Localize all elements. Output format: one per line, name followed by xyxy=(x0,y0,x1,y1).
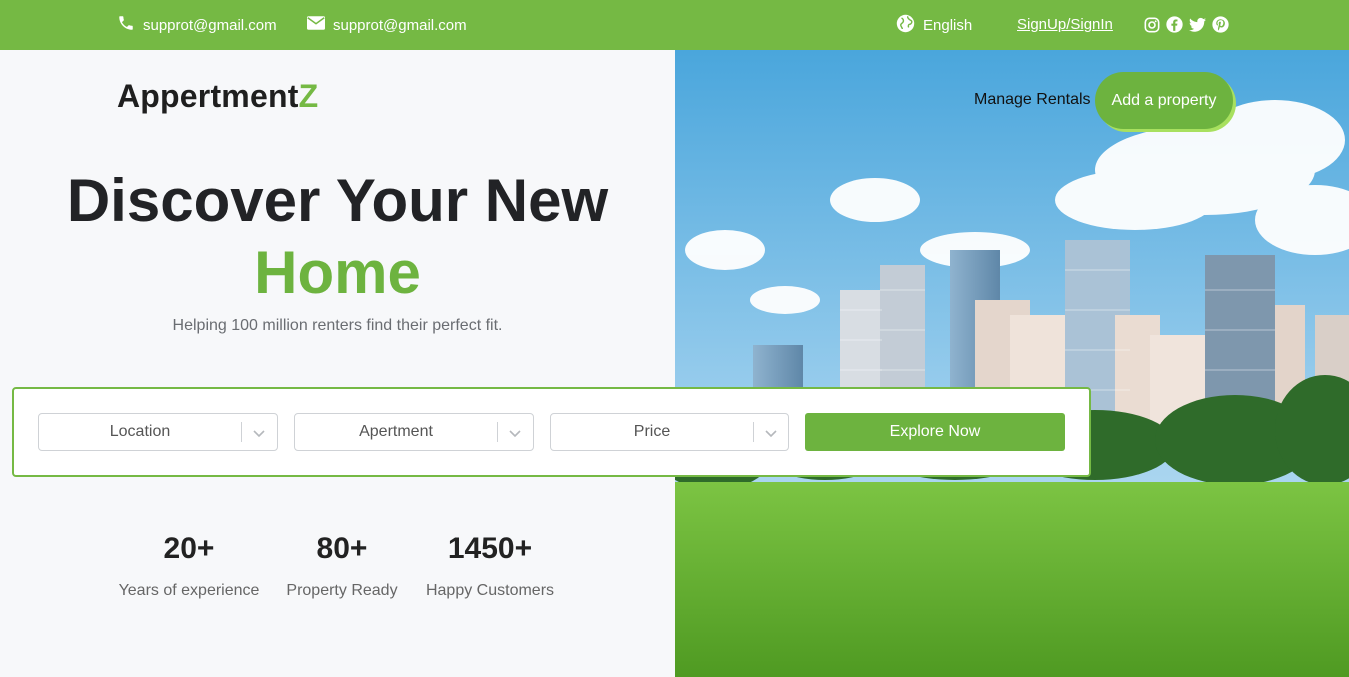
hero-headline: Discover Your New xyxy=(66,167,609,234)
manage-rentals-link[interactable]: Manage Rentals xyxy=(974,91,1091,109)
apartment-type-value: Apertment xyxy=(359,423,433,440)
stat-label-customers: Happy Customers xyxy=(425,582,555,599)
signup-signin-link[interactable]: SignUp/SignIn xyxy=(1017,16,1113,33)
brand-name: Appertment xyxy=(117,78,299,114)
stat-value-property: 80+ xyxy=(316,532,368,565)
email-contact-text: supprot@gmail.com xyxy=(333,16,467,34)
chevron-down-icon xyxy=(509,430,521,438)
price-select-value: Price xyxy=(633,423,671,440)
hero-headline-accent: Home xyxy=(254,239,421,306)
hero-city-image xyxy=(675,50,1349,677)
select-divider xyxy=(753,422,754,442)
apartment-type-select[interactable]: Apertment xyxy=(294,413,534,451)
location-select-value: Location xyxy=(109,423,171,440)
phone-icon xyxy=(117,14,143,36)
email-contact[interactable]: supprot@gmail.com xyxy=(307,0,467,50)
select-divider xyxy=(497,422,498,442)
language-label: English xyxy=(923,16,973,34)
brand-accent: Z xyxy=(298,78,319,114)
price-select[interactable]: Price xyxy=(550,413,789,451)
add-property-button[interactable]: Add a property xyxy=(1095,72,1233,129)
top-bar: supprot@gmail.com supprot@gmail.com Engl… xyxy=(0,0,1349,50)
instagram-icon[interactable] xyxy=(1143,16,1160,33)
chevron-down-icon xyxy=(253,430,265,438)
hero-subtitle: Helping 100 million renters find their p… xyxy=(172,317,503,334)
phone-contact[interactable]: supprot@gmail.com xyxy=(117,0,277,50)
language-selector[interactable]: English xyxy=(896,0,972,50)
select-divider xyxy=(241,422,242,442)
stat-label-property: Property Ready xyxy=(286,582,398,599)
property-search-bar: Location Apertment Price Explore Now xyxy=(12,387,1091,477)
social-links xyxy=(1143,16,1229,33)
globe-icon xyxy=(896,14,923,37)
location-select[interactable]: Location xyxy=(38,413,278,451)
explore-now-button[interactable]: Explore Now xyxy=(805,413,1065,451)
facebook-icon[interactable] xyxy=(1166,16,1183,33)
brand-logo[interactable]: AppertmentZ xyxy=(117,78,318,115)
stat-label-experience: Years of experience xyxy=(118,582,260,599)
stat-value-customers: 1450+ xyxy=(447,532,533,565)
chevron-down-icon xyxy=(765,430,777,438)
mail-icon xyxy=(307,16,333,34)
phone-contact-text: supprot@gmail.com xyxy=(143,16,277,34)
pinterest-icon[interactable] xyxy=(1212,16,1229,33)
stat-value-experience: 20+ xyxy=(163,532,215,565)
twitter-icon[interactable] xyxy=(1189,16,1206,33)
